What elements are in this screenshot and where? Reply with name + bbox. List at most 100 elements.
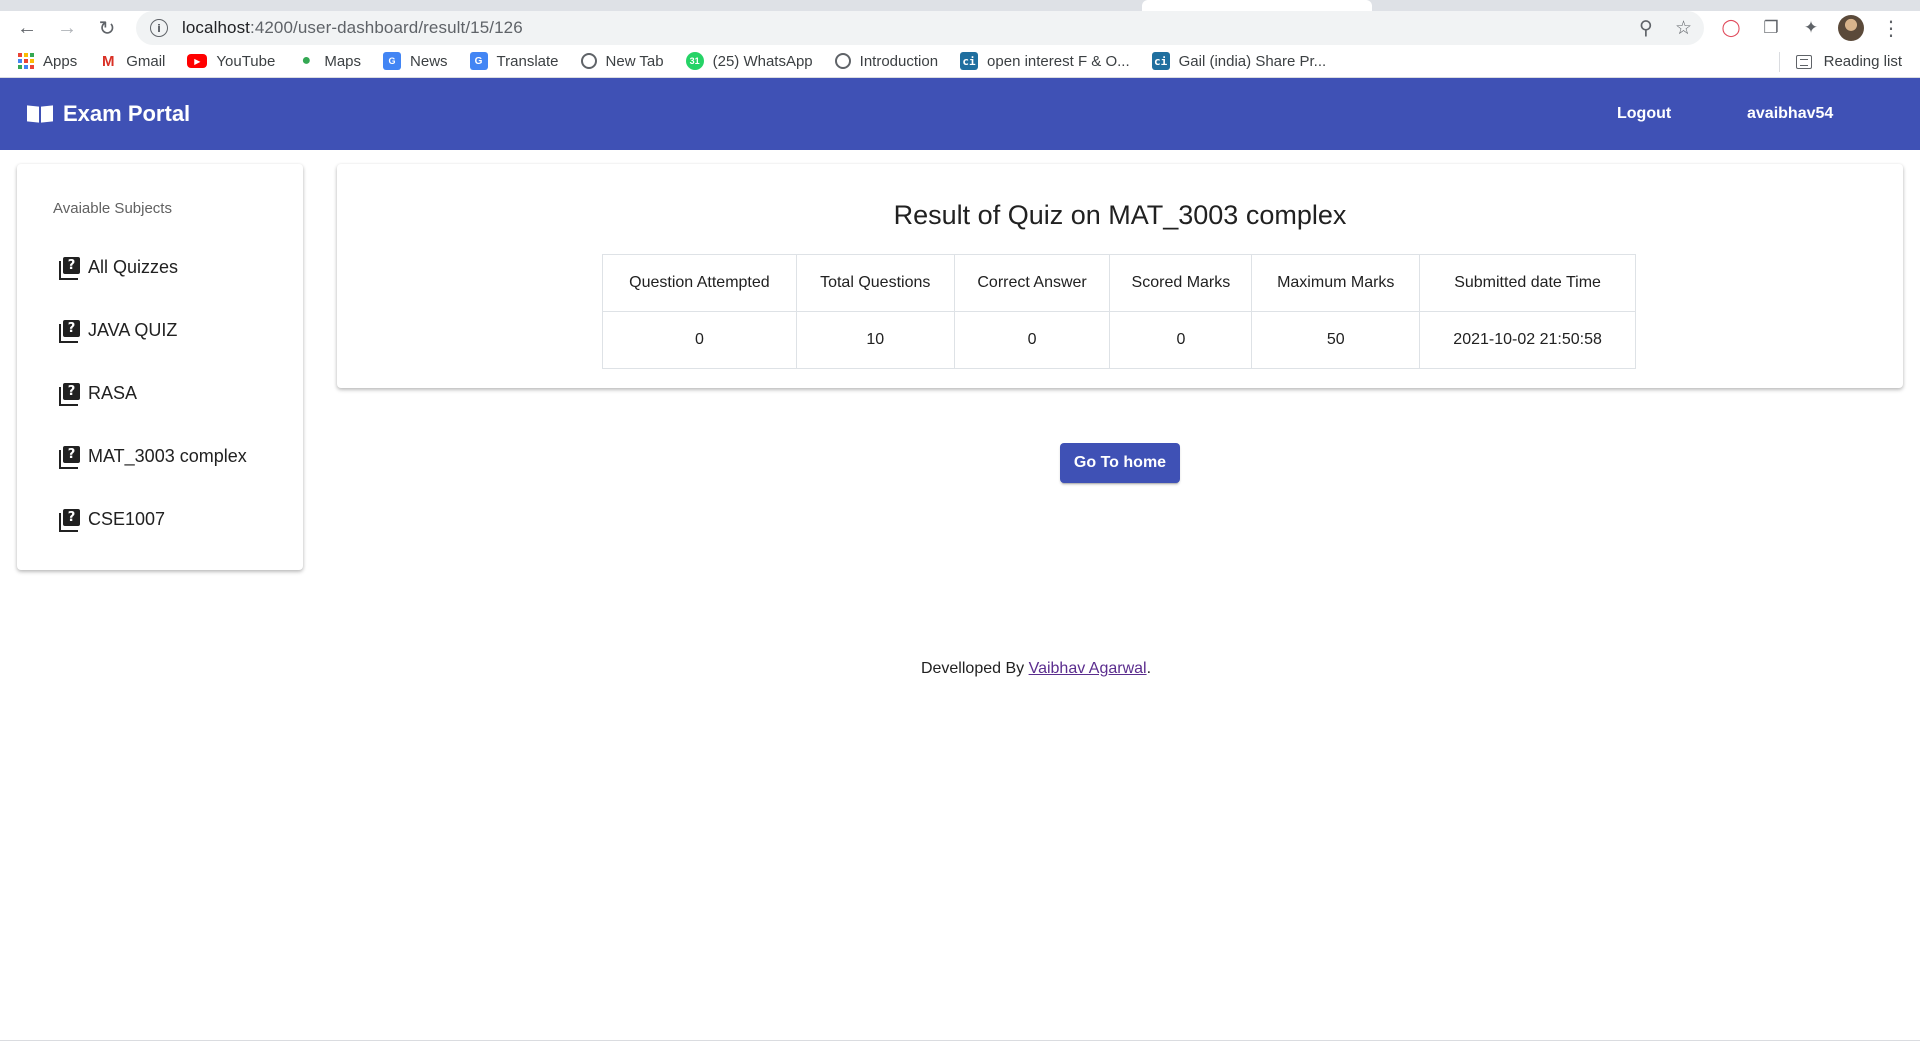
bookmark-gmail[interactable]: M Gmail [99,52,165,70]
quiz-icon: ? [59,256,80,280]
bookmark-label: (25) WhatsApp [712,52,813,70]
author-link[interactable]: Vaibhav Agarwal [1029,660,1147,677]
subjects-sidebar: Avaiable Subjects ? All Quizzes ? JAVA Q… [17,164,303,570]
reading-list[interactable]: Reading list [1778,45,1902,78]
sidebar-item-rasa[interactable]: ? RASA [59,378,137,408]
bookmark-new-tab[interactable]: New Tab [580,52,664,70]
sidebar-item-label: CSE1007 [88,508,166,529]
sidebar-item-mat-3003-complex[interactable]: ? MAT_3003 complex [59,441,247,471]
forward-arrow-icon[interactable]: → [47,11,87,45]
table-row: 0 10 0 0 50 2021-10-02 21:50:58 [602,311,1636,369]
tab-manager-extension-icon[interactable]: ❐ [1758,15,1784,41]
address-bar[interactable]: i localhost:4200/user-dashboard/result/1… [136,11,1704,45]
extensions-puzzle-icon[interactable]: ✦ [1798,15,1824,41]
username-button[interactable]: avaibhav54 [1747,78,1833,150]
globe-icon [580,53,597,69]
browser-menu-icon[interactable]: ⋮ [1878,15,1904,41]
ci-icon: ci [1151,52,1170,70]
reading-list-icon [1795,54,1812,69]
result-card: Result of Quiz on MAT_3003 complex Quest… [337,164,1903,388]
menu-book-icon [27,104,53,124]
bookmarks-bar: Apps M Gmail ▶ YouTube ● Maps G News G T… [0,45,1920,78]
back-arrow-icon[interactable]: ← [7,11,47,45]
bookmark-maps[interactable]: ● Maps [297,52,361,70]
table-cell: 0 [1109,311,1253,369]
bookmark-youtube[interactable]: ▶ YouTube [187,53,275,70]
whatsapp-icon: 31 [685,52,704,70]
quiz-icon: ? [59,445,80,469]
sidebar-item-cse1007[interactable]: ? CSE1007 [59,504,165,534]
bookmark-label: News [410,52,448,70]
footer-suffix: . [1146,660,1152,677]
maps-pin-icon: ● [301,52,312,69]
youtube-icon: ▶ [187,54,208,68]
ci-icon: ci [960,52,979,70]
brand-title: Exam Portal [63,101,191,126]
bookmark-label: Apps [43,52,78,70]
bookmark-open-interest[interactable]: ci open interest F & O... [960,52,1130,70]
brand[interactable]: Exam Portal [27,101,190,127]
divider [0,1040,1920,1041]
site-info-icon[interactable]: i [150,19,168,37]
column-header: Correct Answer [953,254,1111,312]
app-navbar: Exam Portal Logout avaibhav54 [0,78,1920,150]
bookmark-apps[interactable]: Apps [18,53,77,70]
browser-tab-strip [0,0,1920,11]
active-tab[interactable] [1142,0,1372,11]
bookmark-gail-share[interactable]: ci Gail (india) Share Pr... [1151,52,1327,70]
sidebar-item-label: All Quizzes [88,256,179,277]
sidebar-item-all-quizzes[interactable]: ? All Quizzes [59,252,178,282]
bookmark-label: Maps [324,52,362,70]
pocket-extension-icon[interactable]: ◯ [1718,15,1744,41]
table-cell: 50 [1251,311,1421,369]
sidebar-item-java-quiz[interactable]: ? JAVA QUIZ [59,315,177,345]
bookmark-label: open interest F & O... [987,52,1130,70]
translate-icon: G [469,52,488,70]
logout-button[interactable]: Logout [1617,78,1671,150]
quiz-icon: ? [59,382,80,406]
sidebar-heading: Avaiable Subjects [53,200,172,217]
column-header: Question Attempted [602,254,797,312]
bookmark-label: Gail (india) Share Pr... [1178,52,1327,70]
go-to-home-button[interactable]: Go To home [1060,443,1180,483]
profile-avatar[interactable] [1838,15,1864,41]
column-header: Maximum Marks [1251,254,1421,312]
result-title: Result of Quiz on MAT_3003 complex [893,200,1347,230]
bookmark-star-icon[interactable]: ☆ [1675,17,1692,40]
quiz-icon: ? [59,508,80,532]
table-cell: 0 [602,311,797,369]
table-cell: 10 [795,311,955,369]
url-path: :4200/user-dashboard/result/15/126 [250,18,523,37]
browser-toolbar: ← → ↻ i localhost:4200/user-dashboard/re… [0,11,1920,45]
quiz-icon: ? [59,319,80,343]
footer-text: Develloped By [920,660,1029,677]
zoom-icon[interactable]: ⚲ [1639,17,1653,40]
reload-icon[interactable]: ↻ [87,11,127,45]
url-text[interactable]: localhost:4200/user-dashboard/result/15/… [182,18,523,38]
url-host: localhost [182,18,250,37]
bookmark-whatsapp[interactable]: 31 (25) WhatsApp [685,52,813,70]
footer: Develloped By Vaibhav Agarwal. [0,660,1920,678]
column-header: Submitted date Time [1419,254,1636,312]
table-cell: 2021-10-02 21:50:58 [1419,311,1636,369]
gmail-icon: M [101,52,115,70]
sidebar-item-label: JAVA QUIZ [88,319,178,340]
column-header: Scored Marks [1109,254,1253,312]
bookmark-label: New Tab [605,52,664,70]
bookmark-label: YouTube [216,52,276,70]
bookmark-label: Translate [496,52,559,70]
divider [1778,51,1780,72]
globe-icon [834,53,851,69]
bookmark-news[interactable]: G News [383,52,448,70]
bookmark-introduction[interactable]: Introduction [834,52,939,70]
google-news-icon: G [383,52,402,70]
sidebar-item-label: RASA [88,382,138,403]
bookmark-translate[interactable]: G Translate [469,52,559,70]
sidebar-item-label: MAT_3003 complex [88,445,247,466]
table-cell: 0 [953,311,1111,369]
bookmark-label: Introduction [859,52,939,70]
table-header-row: Question Attempted Total Questions Corre… [602,254,1636,312]
column-header: Total Questions [795,254,955,312]
result-table: Question Attempted Total Questions Corre… [602,254,1636,369]
apps-grid-icon [18,53,34,69]
